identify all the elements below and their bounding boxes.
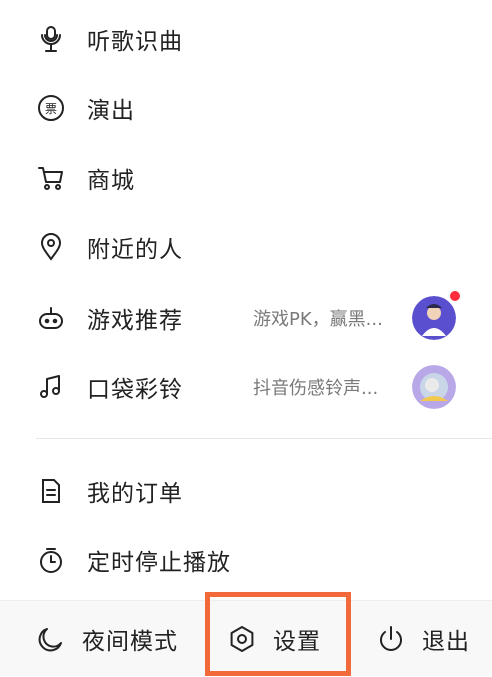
ringtone-avatar [412,365,456,409]
night-mode-label: 夜间模式 [82,629,178,655]
menu-item-subtitle: 抖音伤感铃声... [253,378,379,399]
order-document-icon [36,476,66,506]
bottom-bar: 夜间模式 设置 退出 [0,600,492,676]
svg-text:票: 票 [45,102,57,116]
menu-item-label: 听歌识曲 [87,29,183,55]
menu-item-label: 我的订单 [87,481,183,507]
microphone-music-icon [36,24,66,54]
moon-icon [36,624,66,654]
cart-icon [36,163,66,193]
logout-button[interactable]: 退出 [376,601,470,677]
menu-item-game-recommend[interactable]: 游戏推荐 游戏PK，赢黑... [0,283,492,353]
logout-label: 退出 [422,629,470,655]
menu-item-label: 口袋彩铃 [87,377,183,403]
location-pin-icon [36,232,66,262]
menu-item-subtitle: 游戏PK，赢黑... [253,309,383,330]
menu-item-sleep-timer[interactable]: 定时停止播放 [0,525,492,595]
ticket-icon: 票 [36,93,66,123]
menu-item-label: 商城 [87,168,135,194]
night-mode-button[interactable]: 夜间模式 [36,601,178,677]
menu-item-nearby[interactable]: 附近的人 [0,212,492,282]
section-divider [36,438,492,439]
menu-item-label: 附近的人 [87,237,183,263]
menu-item-recognize-song[interactable]: 听歌识曲 [0,4,492,74]
settings-hexagon-icon [227,624,257,654]
game-avatar [412,296,456,340]
menu-item-mall[interactable]: 商城 [0,143,492,213]
timer-icon [36,545,66,575]
notification-badge [448,289,462,303]
power-icon [376,624,406,654]
settings-button[interactable]: 设置 [227,601,321,677]
menu-item-label: 定时停止播放 [87,550,231,576]
menu-item-performance[interactable]: 票 演出 [0,73,492,143]
menu-item-label: 游戏推荐 [87,308,183,334]
menu-item-label: 演出 [87,98,135,124]
music-note-icon [36,372,66,402]
game-controller-icon [36,303,66,333]
menu-item-my-orders[interactable]: 我的订单 [0,456,492,526]
menu-item-pocket-ringtone[interactable]: 口袋彩铃 抖音伤感铃声... [0,352,492,422]
settings-label: 设置 [273,629,321,655]
